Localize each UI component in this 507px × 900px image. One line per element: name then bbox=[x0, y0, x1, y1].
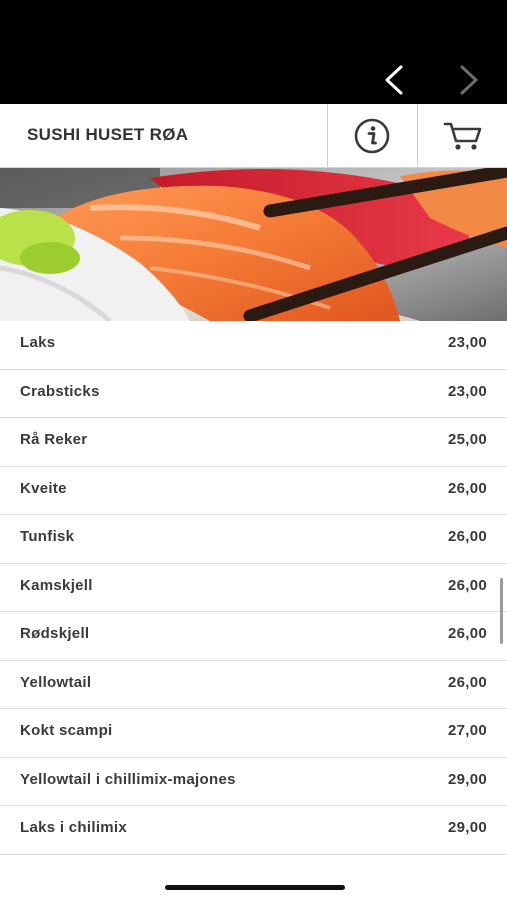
sushi-hero-image bbox=[0, 168, 507, 321]
menu-item-price: 26,00 bbox=[447, 479, 487, 497]
menu-item-price: 26,00 bbox=[447, 673, 487, 691]
menu-item-name: Rødskjell bbox=[20, 625, 90, 642]
menu-list: Laks 23,00 Crabsticks 23,00 Rå Reker 25,00 Kve… bbox=[0, 321, 507, 855]
menu-item-row[interactable]: Laks 23,00 bbox=[0, 321, 507, 370]
menu-item-price: 23,00 bbox=[447, 334, 487, 351]
menu-item-name: Kokt scampi bbox=[20, 722, 113, 739]
top-nav-bar bbox=[0, 0, 507, 104]
menu-item-name: Yellowtail i chillimix-majones bbox=[20, 770, 236, 788]
menu-item-price: 23,00 bbox=[447, 382, 487, 400]
scrollbar[interactable] bbox=[500, 578, 503, 644]
menu-item-row[interactable]: Kveite 26,00 bbox=[0, 466, 507, 515]
menu-item-price: 26,00 bbox=[447, 625, 487, 642]
store-title: SUSHI HUSET RØA bbox=[27, 125, 189, 144]
menu-item-row[interactable]: Crabsticks 23,00 bbox=[0, 369, 507, 418]
menu-item-name: Yellowtail bbox=[20, 673, 92, 691]
menu-item-name: Crabsticks bbox=[20, 382, 100, 400]
menu-item-row[interactable]: Tunfisk 26,00 bbox=[0, 515, 507, 564]
menu-item-row[interactable]: Rødskjell 26,00 bbox=[0, 612, 507, 661]
menu-item-row[interactable]: Kamskjell 26,00 bbox=[0, 563, 507, 612]
menu-item-name: Rå Reker bbox=[20, 431, 88, 448]
info-button[interactable] bbox=[327, 104, 416, 167]
home-indicator[interactable] bbox=[165, 885, 345, 890]
cart-button[interactable] bbox=[417, 104, 507, 167]
menu-item-price: 25,00 bbox=[447, 431, 487, 448]
menu-item-price: 26,00 bbox=[447, 576, 487, 594]
store-header: SUSHI HUSET RØA bbox=[0, 104, 507, 168]
menu-item-row[interactable]: Yellowtail i chillimix-majones 29,00 bbox=[0, 757, 507, 806]
chevron-left-icon[interactable] bbox=[383, 64, 405, 96]
menu-item-name: Tunfisk bbox=[20, 528, 75, 545]
menu-item-name: Kveite bbox=[20, 479, 67, 497]
menu-item-price: 29,00 bbox=[447, 770, 487, 788]
menu-item-row[interactable]: Yellowtail 26,00 bbox=[0, 660, 507, 709]
shopping-cart-icon bbox=[443, 122, 481, 150]
menu-item-name: Laks bbox=[20, 334, 56, 351]
menu-item-row[interactable]: Laks i chilimix 29,00 bbox=[0, 806, 507, 855]
menu-item-row[interactable]: Rå Reker 25,00 bbox=[0, 418, 507, 467]
menu-item-name: Laks i chilimix bbox=[20, 819, 128, 836]
menu-item-name: Kamskjell bbox=[20, 576, 93, 594]
menu-item-price: 26,00 bbox=[447, 528, 487, 545]
menu-item-row[interactable]: Kokt scampi 27,00 bbox=[0, 709, 507, 758]
menu-item-price: 29,00 bbox=[447, 819, 487, 836]
menu-item-price: 27,00 bbox=[447, 722, 487, 739]
info-circle-icon bbox=[354, 118, 390, 153]
chevron-right-icon[interactable] bbox=[458, 64, 480, 96]
